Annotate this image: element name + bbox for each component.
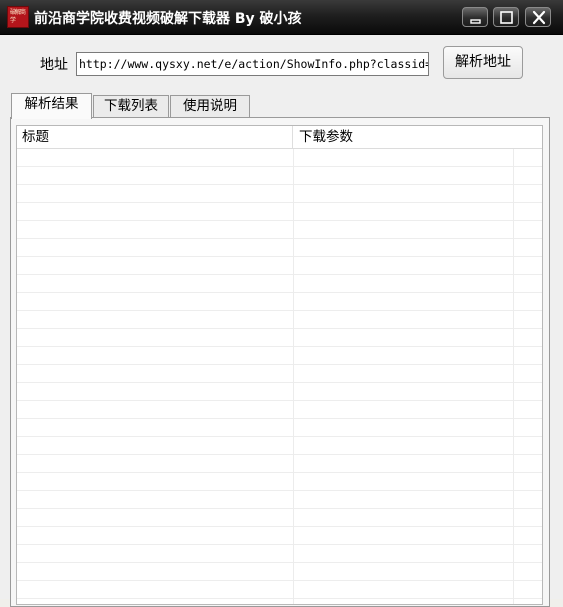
app-logo-text: 破解商学 — [10, 9, 26, 24]
tab-usage-instructions[interactable]: 使用说明 — [170, 95, 250, 117]
close-icon — [532, 10, 546, 25]
column-header-download-params[interactable]: 下载参数 — [294, 126, 514, 148]
maximize-button[interactable] — [493, 7, 519, 27]
table-header: 标题 下载参数 — [17, 126, 542, 149]
window-title: 前沿商学院收费视频破解下载器 By 破小孩 — [34, 11, 302, 27]
app-logo-icon: 破解商学 — [7, 6, 29, 28]
app-window: 破解商学 前沿商学院收费视频破解下载器 By 破小孩 地址 http://www… — [0, 0, 563, 607]
address-input[interactable]: http://www.qysxy.net/e/action/ShowInfo.p… — [76, 52, 429, 76]
column-divider — [513, 149, 514, 604]
results-table[interactable]: 标题 下载参数 — [16, 125, 543, 605]
column-header-title[interactable]: 标题 — [17, 126, 293, 148]
column-divider — [293, 149, 294, 604]
tab-download-list[interactable]: 下载列表 — [93, 95, 169, 117]
maximize-icon — [500, 11, 513, 24]
tab-parse-results[interactable]: 解析结果 — [11, 93, 92, 119]
address-label: 地址 — [40, 57, 68, 73]
title-bar[interactable]: 破解商学 前沿商学院收费视频破解下载器 By 破小孩 — [0, 0, 563, 35]
minimize-icon — [470, 19, 481, 24]
close-button[interactable] — [525, 7, 551, 27]
parse-address-button[interactable]: 解析地址 — [443, 46, 523, 79]
table-body[interactable] — [17, 149, 542, 604]
minimize-button[interactable] — [462, 7, 488, 27]
